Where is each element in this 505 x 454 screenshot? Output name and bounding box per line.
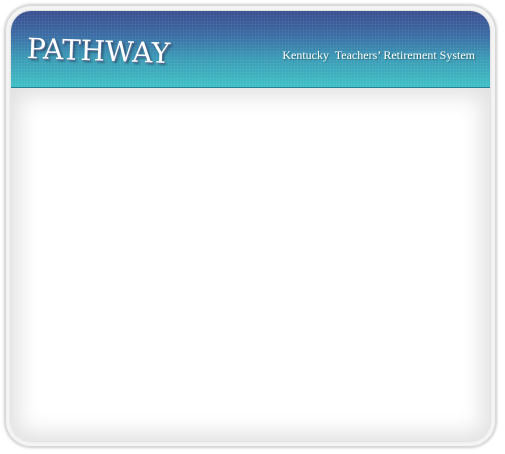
content-area: [11, 88, 490, 441]
header-banner: PATHWAY Kentucky Teachers’ Retirement Sy…: [11, 11, 490, 88]
window-frame: PATHWAY Kentucky Teachers’ Retirement Sy…: [11, 11, 490, 441]
app-window: PATHWAY Kentucky Teachers’ Retirement Sy…: [5, 5, 496, 447]
pathway-logo: PATHWAY: [26, 32, 171, 70]
organization-name: Kentucky Teachers’ Retirement System: [282, 48, 475, 62]
